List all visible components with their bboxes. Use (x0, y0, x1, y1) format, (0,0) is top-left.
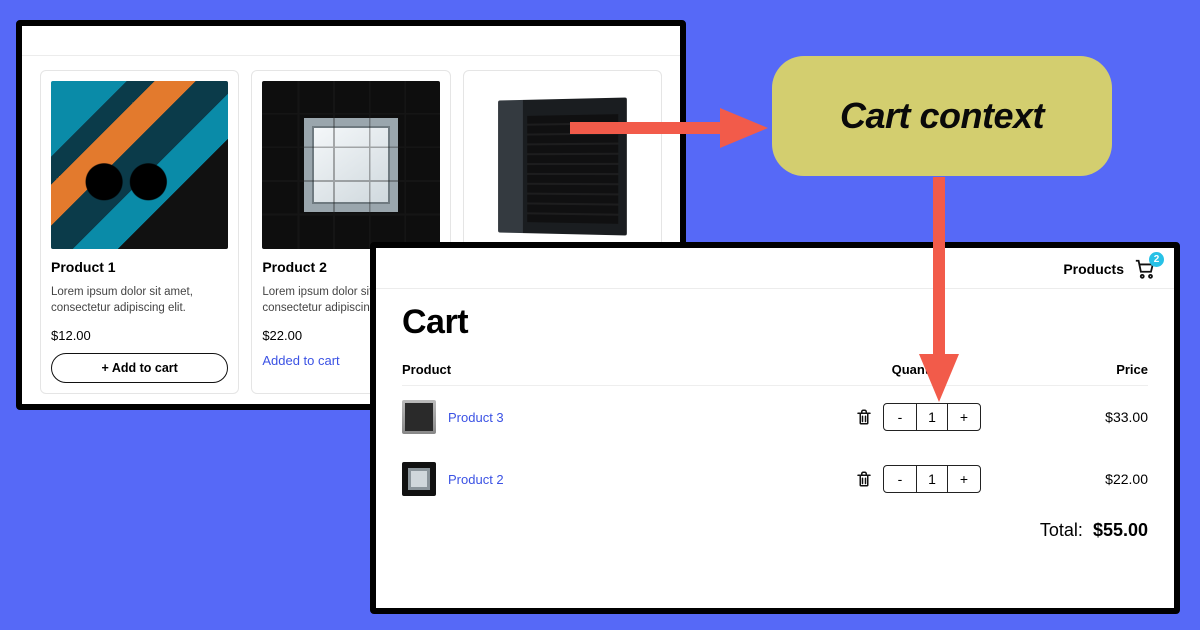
qty-value: 1 (916, 466, 948, 492)
cart-total-label: Total: (1040, 520, 1083, 541)
cart-item-price: $33.00 (1018, 409, 1148, 425)
product-name: Product 1 (51, 259, 228, 275)
qty-value: 1 (916, 404, 948, 430)
cart-table-header: Product Quantity Price (402, 362, 1148, 386)
cart-item-name[interactable]: Product 3 (448, 410, 504, 425)
product-price: $12.00 (51, 328, 228, 343)
cart-row: Product 2 - 1 + $22.00 (402, 448, 1148, 510)
nav-products-link[interactable]: Products (1063, 261, 1124, 277)
remove-item-button[interactable] (855, 408, 873, 426)
qty-increment-button[interactable]: + (948, 404, 980, 430)
trash-icon (855, 408, 873, 426)
cart-icon[interactable]: 2 (1134, 258, 1156, 280)
context-bubble: Cart context (772, 56, 1112, 176)
arrow-down-icon (919, 177, 959, 402)
cart-title: Cart (402, 303, 1148, 342)
col-product: Product (402, 362, 818, 377)
quantity-stepper: - 1 + (883, 403, 981, 431)
cart-item-thumb (402, 400, 436, 434)
remove-item-button[interactable] (855, 470, 873, 488)
product-description: Lorem ipsum dolor sit amet, consectetur … (51, 285, 228, 316)
cart-topbar: Products 2 (376, 248, 1174, 289)
cart-table: Product Quantity Price Product 3 - 1 + (402, 362, 1148, 541)
cart-item-price: $22.00 (1018, 471, 1148, 487)
cart-row: Product 3 - 1 + $33.00 (402, 386, 1148, 448)
col-quantity: Quantity (818, 362, 1018, 377)
products-topbar (22, 26, 680, 56)
product-image-case (474, 81, 651, 249)
qty-decrement-button[interactable]: - (884, 466, 916, 492)
col-price: Price (1018, 362, 1148, 377)
add-to-cart-button[interactable]: + Add to cart (51, 353, 228, 383)
quantity-stepper: - 1 + (883, 465, 981, 493)
arrow-right-icon (570, 108, 768, 148)
context-bubble-label: Cart context (840, 95, 1044, 137)
cart-badge: 2 (1149, 252, 1164, 267)
cart-item-name[interactable]: Product 2 (448, 472, 504, 487)
cart-total-row: Total: $55.00 (402, 510, 1148, 541)
cart-total-value: $55.00 (1093, 520, 1148, 541)
trash-icon (855, 470, 873, 488)
product-card: Product 1 Lorem ipsum dolor sit amet, co… (40, 70, 239, 394)
product-image-cpu (262, 81, 439, 249)
cart-item-thumb (402, 462, 436, 496)
cart-window: Products 2 Cart Product Quantity Price P… (370, 242, 1180, 614)
qty-decrement-button[interactable]: - (884, 404, 916, 430)
product-image-gpu (51, 81, 228, 249)
qty-increment-button[interactable]: + (948, 466, 980, 492)
